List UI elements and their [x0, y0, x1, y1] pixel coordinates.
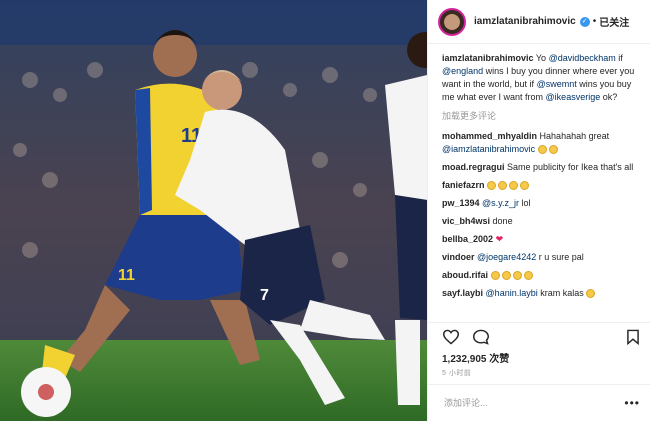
comment-item: faniefazrn [442, 179, 640, 192]
comment-item: aboud.rifai [442, 269, 640, 282]
post-timestamp: 5 小时前 [442, 370, 472, 377]
mention-link[interactable]: @england [442, 66, 483, 76]
post-photo[interactable]: 11 11 7 [0, 0, 427, 421]
emoji-icon [501, 271, 511, 281]
emoji-icon [498, 181, 508, 191]
mention-link[interactable]: @swemnt [537, 79, 577, 89]
avatar[interactable] [438, 7, 466, 36]
mention-link[interactable]: @hanin.laybi [486, 288, 538, 298]
bookmark-icon[interactable] [626, 329, 640, 345]
comment-item: sayf.laybi @hanin.laybi kram kalas [442, 287, 640, 300]
emoji-icon [537, 145, 547, 155]
comment-username[interactable]: pw_1394 [442, 198, 480, 208]
comments-list[interactable]: iamzlatanibrahimovic Yo @davidbeckham if… [428, 52, 650, 317]
more-options-icon[interactable]: ••• [624, 396, 640, 410]
post-side-panel: iamzlatanibrahimovic ✓ • 已关注 iamzlatanib… [427, 0, 650, 421]
comment-item: vindoer @joegare4242 r u sure pal [442, 252, 584, 262]
emoji-icon [509, 181, 519, 191]
mention-link[interactable]: @iamzlatanibrahimovic [442, 144, 535, 154]
comment-username[interactable]: moad.regragui [442, 162, 505, 172]
add-comment-bar: ••• [428, 384, 650, 421]
likes-count[interactable]: 1,232,905 次赞 [442, 350, 509, 365]
comment-username[interactable]: vic_bh4wsi [442, 216, 490, 226]
comment-item: moad.regragui Same publicity for Ikea th… [442, 162, 634, 172]
comment-username[interactable]: vindoer [442, 252, 475, 262]
post-actions-bar [428, 322, 650, 346]
separator-dot: • [592, 16, 597, 27]
comment-username[interactable]: aboud.rifai [442, 270, 488, 280]
emoji-icon [586, 289, 596, 299]
football-match-photo: 11 11 7 [0, 0, 427, 421]
emoji-icon [487, 181, 497, 191]
white-shorts-number: 7 [260, 287, 269, 304]
comment-username[interactable]: bellba_2002 [442, 234, 493, 244]
post-header: iamzlatanibrahimovic ✓ • 已关注 [428, 0, 650, 44]
comment-icon[interactable] [472, 329, 490, 345]
comment-username[interactable]: sayf.laybi [442, 288, 483, 298]
comment-item: mohammed_mhyaldin Hahahahah great @iamzl… [442, 131, 610, 155]
emoji-icon [520, 181, 530, 191]
comment-username[interactable]: faniefazrn [442, 180, 485, 190]
mention-link[interactable]: @joegare4242 [477, 252, 536, 262]
caption-username[interactable]: iamzlatanibrahimovic [442, 53, 534, 63]
comment-item: bellba_2002 ❤ [442, 233, 640, 246]
header-username[interactable]: iamzlatanibrahimovic [474, 16, 576, 27]
heart-emoji-icon: ❤ [495, 234, 504, 244]
emoji-icon [548, 145, 558, 155]
emoji-icon [512, 271, 522, 281]
caption: iamzlatanibrahimovic Yo @davidbeckham if… [442, 53, 635, 102]
comment-item: vic_bh4wsi done [442, 216, 513, 226]
comment-item: pw_1394 @s.y.z_jr lol [442, 198, 531, 208]
svg-text:11: 11 [118, 267, 135, 284]
follow-button[interactable]: 已关注 [599, 14, 629, 29]
mention-link[interactable]: @davidbeckham [549, 53, 616, 63]
verified-icon: ✓ [579, 16, 590, 27]
mention-link[interactable]: @s.y.z_jr [482, 198, 519, 208]
emoji-icon [523, 271, 533, 281]
load-more-comments-button[interactable]: 加载更多评论 [442, 109, 640, 122]
add-comment-input[interactable] [442, 397, 625, 409]
emoji-icon [490, 271, 500, 281]
heart-icon[interactable] [442, 329, 460, 345]
comment-username[interactable]: mohammed_mhyaldin [442, 131, 537, 141]
mention-link[interactable]: @ikeasverige [546, 92, 601, 102]
